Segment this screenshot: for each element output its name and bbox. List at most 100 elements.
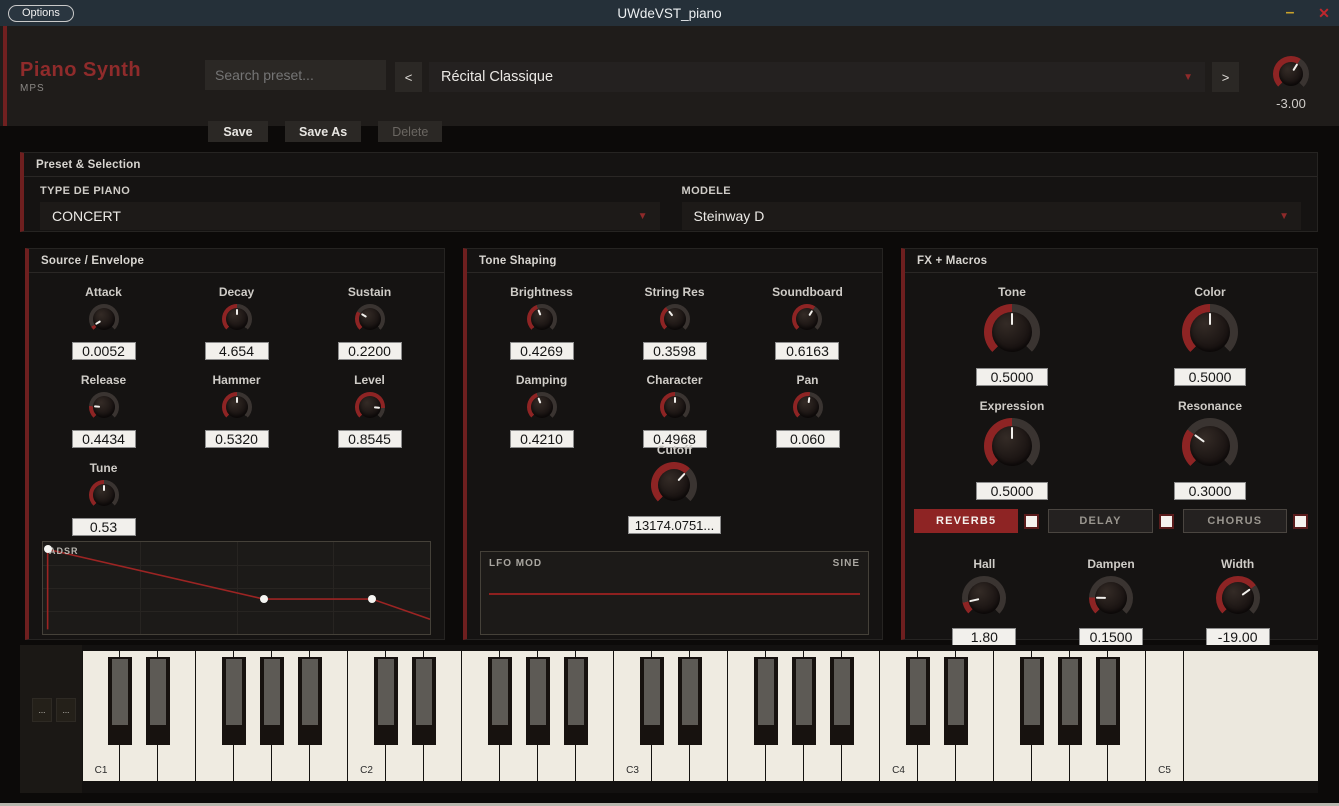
expression-knob[interactable]: [984, 418, 1040, 474]
knob-pointer: [89, 480, 119, 510]
knob-pointer: [1207, 567, 1268, 628]
level-knob[interactable]: [355, 392, 385, 422]
tone-knob[interactable]: [984, 304, 1040, 360]
black-key[interactable]: [488, 657, 512, 745]
sustain-knob[interactable]: [355, 304, 385, 334]
black-key[interactable]: [906, 657, 930, 745]
chorus-enable-checkbox[interactable]: [1293, 514, 1308, 529]
preset-dropdown[interactable]: Récital Classique ▼: [429, 62, 1205, 92]
black-key[interactable]: [944, 657, 968, 745]
cutoff-value[interactable]: 13174.0751...: [628, 516, 722, 534]
knob-pointer: [349, 298, 390, 339]
black-key[interactable]: [298, 657, 322, 745]
envelope-point[interactable]: [44, 545, 52, 553]
tune-knob[interactable]: [89, 480, 119, 510]
black-key[interactable]: [830, 657, 854, 745]
hall-knob[interactable]: [962, 576, 1006, 620]
black-key[interactable]: [146, 657, 170, 745]
string-res-value[interactable]: 0.3598: [643, 342, 707, 360]
level-label: Level: [354, 373, 385, 387]
width-value[interactable]: -19.00: [1206, 628, 1270, 646]
black-key[interactable]: [754, 657, 778, 745]
minimize-icon[interactable]: –: [1281, 4, 1299, 22]
expression-value[interactable]: 0.5000: [976, 482, 1048, 500]
black-key[interactable]: [678, 657, 702, 745]
black-key[interactable]: [564, 657, 588, 745]
envelope-point[interactable]: [260, 595, 268, 603]
next-preset-button[interactable]: >: [1212, 62, 1239, 92]
save-button[interactable]: Save: [208, 121, 268, 142]
color-knob[interactable]: [1182, 304, 1238, 360]
delay-button[interactable]: DELAY: [1048, 509, 1152, 533]
dampen-value[interactable]: 0.1500: [1079, 628, 1143, 646]
width-knob[interactable]: [1216, 576, 1260, 620]
black-key[interactable]: [108, 657, 132, 745]
octave-label: C5: [1146, 765, 1183, 776]
release-value[interactable]: 0.4434: [72, 430, 136, 448]
chorus-button[interactable]: CHORUS: [1183, 509, 1287, 533]
master-volume-knob[interactable]: [1273, 56, 1309, 92]
envelope-point[interactable]: [368, 595, 376, 603]
release-knob[interactable]: [89, 392, 119, 422]
brightness-value[interactable]: 0.4269: [510, 342, 574, 360]
black-key[interactable]: [792, 657, 816, 745]
knob-pointer: [791, 390, 825, 424]
string-res-knob[interactable]: [660, 304, 690, 334]
cutoff-knob[interactable]: [651, 462, 697, 508]
delete-button[interactable]: Delete: [378, 121, 442, 142]
knob-pointer: [653, 298, 695, 340]
sustain-value[interactable]: 0.2200: [338, 342, 402, 360]
reverb5-button[interactable]: REVERB5: [914, 509, 1018, 533]
hall-value[interactable]: 1.80: [952, 628, 1016, 646]
prev-preset-button[interactable]: <: [395, 62, 422, 92]
octave-down-button[interactable]: ...: [32, 698, 52, 722]
attack-knob[interactable]: [89, 304, 119, 334]
attack-value[interactable]: 0.0052: [72, 342, 136, 360]
octave-label: C3: [614, 765, 651, 776]
damping-knob[interactable]: [527, 392, 557, 422]
save-as-button[interactable]: Save As: [285, 121, 361, 142]
decay-label: Decay: [219, 285, 254, 299]
color-value[interactable]: 0.5000: [1174, 368, 1246, 386]
soundboard-knob[interactable]: [792, 304, 822, 334]
level-value[interactable]: 0.8545: [338, 430, 402, 448]
decay-knob[interactable]: [222, 304, 252, 334]
resonance-knob[interactable]: [1182, 418, 1238, 474]
resonance-value[interactable]: 0.3000: [1174, 482, 1246, 500]
lfo-waveform-line: [489, 593, 860, 595]
reverb5-enable-checkbox[interactable]: [1024, 514, 1039, 529]
lfo-mod-display[interactable]: LFO MOD SINE: [480, 551, 869, 635]
black-key[interactable]: [1020, 657, 1044, 745]
black-key[interactable]: [640, 657, 664, 745]
soundboard-value[interactable]: 0.6163: [775, 342, 839, 360]
octave-up-button[interactable]: ...: [56, 698, 76, 722]
tune-value[interactable]: 0.53: [72, 518, 136, 536]
black-key[interactable]: [1096, 657, 1120, 745]
black-key[interactable]: [374, 657, 398, 745]
model-dropdown[interactable]: Steinway D ▼: [682, 202, 1302, 230]
black-key[interactable]: [222, 657, 246, 745]
close-icon[interactable]: ✕: [1315, 5, 1333, 22]
knob-pointer: [787, 298, 828, 339]
hammer-value[interactable]: 0.5320: [205, 430, 269, 448]
character-knob[interactable]: [660, 392, 690, 422]
tone-value[interactable]: 0.5000: [976, 368, 1048, 386]
black-key[interactable]: [526, 657, 550, 745]
adsr-envelope-display[interactable]: ADSR: [42, 541, 431, 635]
adsr-curve: [43, 542, 430, 634]
black-key[interactable]: [260, 657, 284, 745]
delay-enable-checkbox[interactable]: [1159, 514, 1174, 529]
hammer-knob[interactable]: [222, 392, 252, 422]
black-key[interactable]: [412, 657, 436, 745]
piano-type-dropdown[interactable]: CONCERT ▼: [40, 202, 660, 230]
dampen-knob[interactable]: [1089, 576, 1133, 620]
hammer-label: Hammer: [212, 373, 260, 387]
search-input[interactable]: [205, 60, 386, 90]
brightness-knob[interactable]: [527, 304, 557, 334]
master-volume-value[interactable]: -3.00: [1264, 96, 1318, 111]
pan-knob[interactable]: [793, 392, 823, 422]
black-key[interactable]: [1058, 657, 1082, 745]
decay-value[interactable]: 4.654: [205, 342, 269, 360]
white-key[interactable]: C5: [1146, 651, 1184, 781]
knob-pointer: [642, 452, 707, 517]
